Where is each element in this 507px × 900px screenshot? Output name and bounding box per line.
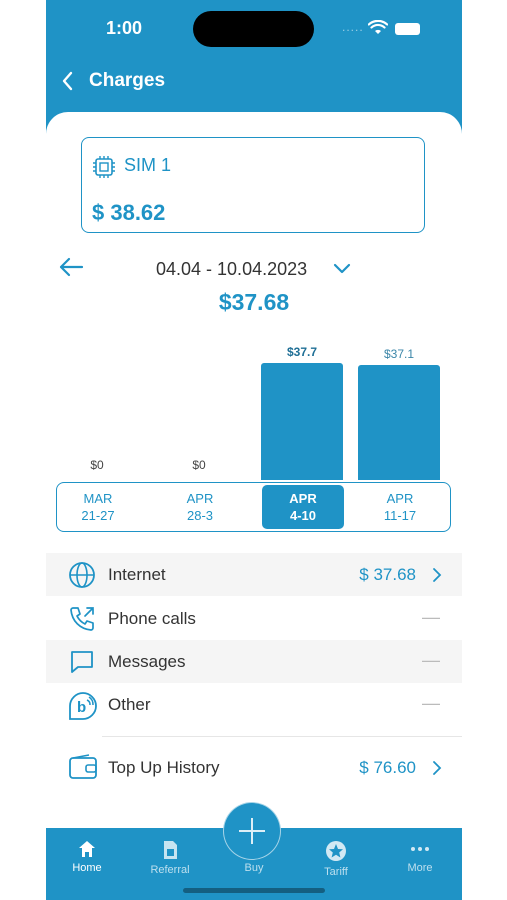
charge-row-internet[interactable]: Internet $ 37.68 <box>46 553 462 596</box>
plus-icon <box>239 818 265 844</box>
week-option[interactable]: APR 11-17 <box>359 485 441 529</box>
chevron-right-icon <box>432 567 442 588</box>
charge-label: Phone calls <box>108 609 196 628</box>
charge-value: — <box>422 693 440 713</box>
week-option[interactable]: MAR 21-27 <box>57 485 139 529</box>
top-up-value: $ 76.60 <box>359 758 416 777</box>
back-chevron-icon[interactable] <box>60 70 76 92</box>
week-days: 28-3 <box>186 508 214 523</box>
sim-card[interactable]: SIM 1 $ 38.62 <box>81 137 425 233</box>
svg-text:b: b <box>77 699 86 716</box>
chevron-right-icon <box>433 761 442 775</box>
top-up-history-row[interactable]: Top Up History $ 76.60 <box>46 746 462 789</box>
chevron-down-icon[interactable] <box>332 262 352 276</box>
bar-value-label: $37.7 <box>286 345 318 359</box>
status-time: 1:00 <box>106 18 143 38</box>
charge-row-phone-calls[interactable]: Phone calls — <box>46 597 462 640</box>
week-selector: MAR 21-27 APR 28-3 APR 4-10 APR 11-17 <box>56 482 451 532</box>
more-icon <box>411 847 429 851</box>
content-panel: SIM 1 $ 38.62 04.04 - 10.04.2023 $37.68 … <box>46 112 462 828</box>
week-month: APR <box>289 491 317 506</box>
tab-label: Referral <box>150 864 190 876</box>
week-month: APR <box>386 491 414 506</box>
buy-fab-button[interactable] <box>223 802 281 860</box>
charge-row-messages[interactable]: Messages — <box>46 640 462 683</box>
charge-value: — <box>422 650 440 670</box>
chart-bar[interactable] <box>358 365 440 480</box>
week-month: APR <box>186 491 214 506</box>
tab-label: Home <box>72 862 102 874</box>
tab-tariff[interactable]: Tariff <box>304 840 368 878</box>
chart-bar[interactable] <box>261 363 343 480</box>
home-indicator <box>183 888 325 893</box>
week-days: 21-27 <box>81 508 115 523</box>
phone-screen: 1:00 ..... Charges SIM 1 $ 38.62 04.04 -… <box>46 0 462 900</box>
dynamic-island <box>193 11 314 47</box>
charge-label: Messages <box>108 652 186 671</box>
charge-row-other[interactable]: b Other — <box>46 683 462 726</box>
globe-icon <box>68 561 96 594</box>
bar-value-label: $0 <box>192 458 206 472</box>
bar-value-label: $37.1 <box>383 347 415 361</box>
star-icon <box>326 841 346 861</box>
sim-name: SIM 1 <box>124 155 172 175</box>
chip-icon <box>93 156 115 178</box>
sim-balance: $ 38.62 <box>92 200 166 225</box>
period-range[interactable]: 04.04 - 10.04.2023 <box>156 259 307 280</box>
message-icon <box>68 648 96 681</box>
previous-period-arrow-icon[interactable] <box>58 257 84 277</box>
divider <box>102 736 462 737</box>
tab-label: Buy <box>244 862 264 874</box>
charge-value: $ 37.68 <box>359 565 416 584</box>
phone-outgoing-icon <box>68 605 96 638</box>
sim-card-icon <box>164 841 177 859</box>
wifi-icon <box>368 20 388 34</box>
tab-label: More <box>407 862 433 874</box>
top-up-label: Top Up History <box>108 758 220 777</box>
week-days: 4-10 <box>289 508 317 523</box>
signal-dots: ..... <box>342 20 364 34</box>
tab-label: Tariff <box>324 866 348 878</box>
charge-value: — <box>422 607 440 627</box>
home-icon <box>79 841 95 857</box>
charges-chart: $0 $0 $37.7 $37.1 <box>46 340 462 480</box>
bar-value-label: $0 <box>90 458 104 472</box>
tab-referral[interactable]: Referral <box>138 840 202 876</box>
week-days: 11-17 <box>383 508 417 523</box>
other-icon: b <box>68 691 98 726</box>
tab-home[interactable]: Home <box>55 840 119 874</box>
period-total: $37.68 <box>218 289 290 315</box>
charge-label: Internet <box>108 565 166 584</box>
tab-more[interactable]: More <box>388 840 452 874</box>
page-title: Charges <box>89 70 166 91</box>
battery-icon <box>395 23 420 35</box>
week-option[interactable]: APR 28-3 <box>159 485 241 529</box>
week-month: MAR <box>83 491 113 506</box>
charge-label: Other <box>108 695 151 714</box>
wallet-icon <box>69 754 97 779</box>
week-option[interactable]: APR 4-10 <box>262 485 344 529</box>
